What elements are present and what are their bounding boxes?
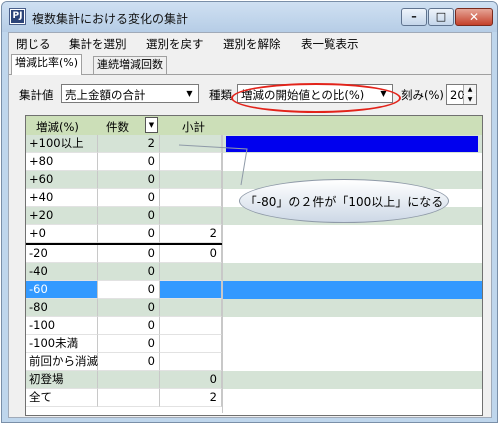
row-count: 2: [98, 135, 160, 153]
row-label: -80: [26, 299, 98, 317]
row-count: 0: [98, 335, 160, 353]
grid-rows: +100以上 2 +80 0 +60 0 +40 0 +20 0 +0 0 2 -20 0 0 -40 0 -60 0…: [26, 135, 482, 407]
tab-change-rate[interactable]: 増減比率(%): [11, 54, 83, 75]
menu-clear-filter[interactable]: 選別を解除: [223, 36, 281, 52]
close-button[interactable]: ✕: [455, 8, 493, 26]
row-subtotal: [160, 299, 222, 317]
row-subtotal: 0: [160, 371, 222, 389]
step-label: 刻み(%): [401, 88, 444, 102]
minimize-button[interactable]: –: [401, 8, 427, 26]
row-subtotal: 2: [160, 389, 222, 407]
table-row[interactable]: +0 0 2: [26, 225, 482, 243]
table-row[interactable]: -100 0: [26, 317, 482, 335]
minimize-icon: –: [411, 10, 417, 23]
column-divider: [222, 135, 223, 413]
row-count: 0: [98, 245, 160, 263]
table-row[interactable]: 全て 2: [26, 389, 482, 407]
row-label: +40: [26, 189, 98, 207]
step-spinner[interactable]: 20 ▲ ▼: [446, 84, 477, 105]
grid-header: 増減(%) 件数 ▼ 小計: [26, 116, 482, 136]
row-label: +80: [26, 153, 98, 171]
callout-bubble: 「-80」の２件が「100以上」になる: [239, 179, 449, 223]
count-bar: [226, 136, 478, 152]
row-label: 前回から消滅: [26, 353, 98, 371]
row-count: 0: [98, 171, 160, 189]
row-count: 0: [98, 189, 160, 207]
header-change[interactable]: 増減(%): [36, 119, 79, 135]
row-count: 0: [98, 281, 160, 299]
row-count: [98, 389, 160, 407]
table-row[interactable]: 前回から消滅 0: [26, 353, 482, 371]
spin-down-icon[interactable]: ▼: [463, 95, 476, 104]
table-row[interactable]: -100未満 0: [26, 335, 482, 353]
row-label: +0: [26, 225, 98, 243]
row-count: 0: [98, 225, 160, 243]
row-label: -100未満: [26, 335, 98, 353]
table-row[interactable]: +80 0: [26, 153, 482, 171]
callout-text: 「-80」の２件が「100以上」になる: [244, 195, 444, 209]
highlight-ellipse: [231, 83, 401, 113]
spin-up-icon[interactable]: ▲: [463, 85, 476, 94]
header-count[interactable]: 件数: [106, 119, 129, 135]
table-row[interactable]: -80 0: [26, 299, 482, 317]
row-label: +100以上: [26, 135, 98, 153]
row-label: -20: [26, 245, 98, 263]
row-count: 0: [98, 263, 160, 281]
row-label: -40: [26, 263, 98, 281]
row-subtotal: [160, 135, 222, 153]
row-subtotal: [160, 317, 222, 335]
row-count: 0: [98, 207, 160, 225]
table-row[interactable]: -40 0: [26, 263, 482, 281]
sort-down-icon[interactable]: ▼: [145, 117, 158, 133]
value-select-text: 売上金額の合計: [65, 88, 146, 102]
row-subtotal: [160, 171, 222, 189]
table-row[interactable]: -20 0 0: [26, 245, 482, 263]
tab-strip: 増減比率(%) 連続増減回数: [9, 54, 491, 75]
row-count: [98, 371, 160, 389]
row-subtotal: [160, 189, 222, 207]
menu-bar: 閉じる 集計を選別 選別を戻す 選別を解除 表一覧表示: [9, 33, 491, 54]
maximize-icon: □: [435, 10, 447, 23]
title-bar[interactable]: PJ 複数集計における変化の集計 – □ ✕: [2, 2, 497, 32]
row-subtotal: [160, 281, 222, 299]
client-area: 閉じる 集計を選別 選別を戻す 選別を解除 表一覧表示 増減比率(%) 連続増減…: [8, 32, 492, 418]
row-label: +20: [26, 207, 98, 225]
menu-undo-filter[interactable]: 選別を戻す: [146, 36, 204, 52]
row-count: 0: [98, 153, 160, 171]
row-count: 0: [98, 299, 160, 317]
result-grid: 増減(%) 件数 ▼ 小計 +100以上 2 +80 0 +60 0 +40 0 +20 0 +0 0…: [25, 115, 483, 416]
type-label: 種類: [209, 88, 232, 102]
menu-close[interactable]: 閉じる: [16, 36, 51, 52]
table-row[interactable]: 初登場 0: [26, 371, 482, 389]
chevron-down-icon: ▼: [186, 89, 193, 98]
row-subtotal: [160, 263, 222, 281]
row-label: +60: [26, 171, 98, 189]
menu-filter[interactable]: 集計を選別: [69, 36, 127, 52]
row-subtotal: [160, 207, 222, 225]
value-label: 集計値: [19, 88, 54, 102]
app-window: PJ 複数集計における変化の集計 – □ ✕ 閉じる 集計を選別 選別を戻す 選…: [1, 1, 498, 423]
row-subtotal: 0: [160, 245, 222, 263]
tab-consecutive-count[interactable]: 連続増減回数: [93, 56, 167, 74]
window-title: 複数集計における変化の集計: [32, 12, 189, 26]
value-select[interactable]: 売上金額の合計 ▼: [61, 84, 199, 103]
row-subtotal: 2: [160, 225, 222, 243]
table-row[interactable]: -60 0: [26, 281, 482, 299]
row-label: 全て: [26, 389, 98, 407]
row-label: -100: [26, 317, 98, 335]
app-icon: PJ: [9, 8, 26, 25]
row-label: 初登場: [26, 371, 98, 389]
row-count: 0: [98, 353, 160, 371]
maximize-button[interactable]: □: [428, 8, 454, 26]
row-label: -60: [26, 281, 98, 299]
close-icon: ✕: [468, 10, 480, 24]
menu-show-table-list[interactable]: 表一覧表示: [301, 36, 359, 52]
row-subtotal: [160, 153, 222, 171]
header-subtotal[interactable]: 小計: [182, 119, 205, 135]
row-subtotal: [160, 335, 222, 353]
row-subtotal: [160, 353, 222, 371]
row-count: 0: [98, 317, 160, 335]
